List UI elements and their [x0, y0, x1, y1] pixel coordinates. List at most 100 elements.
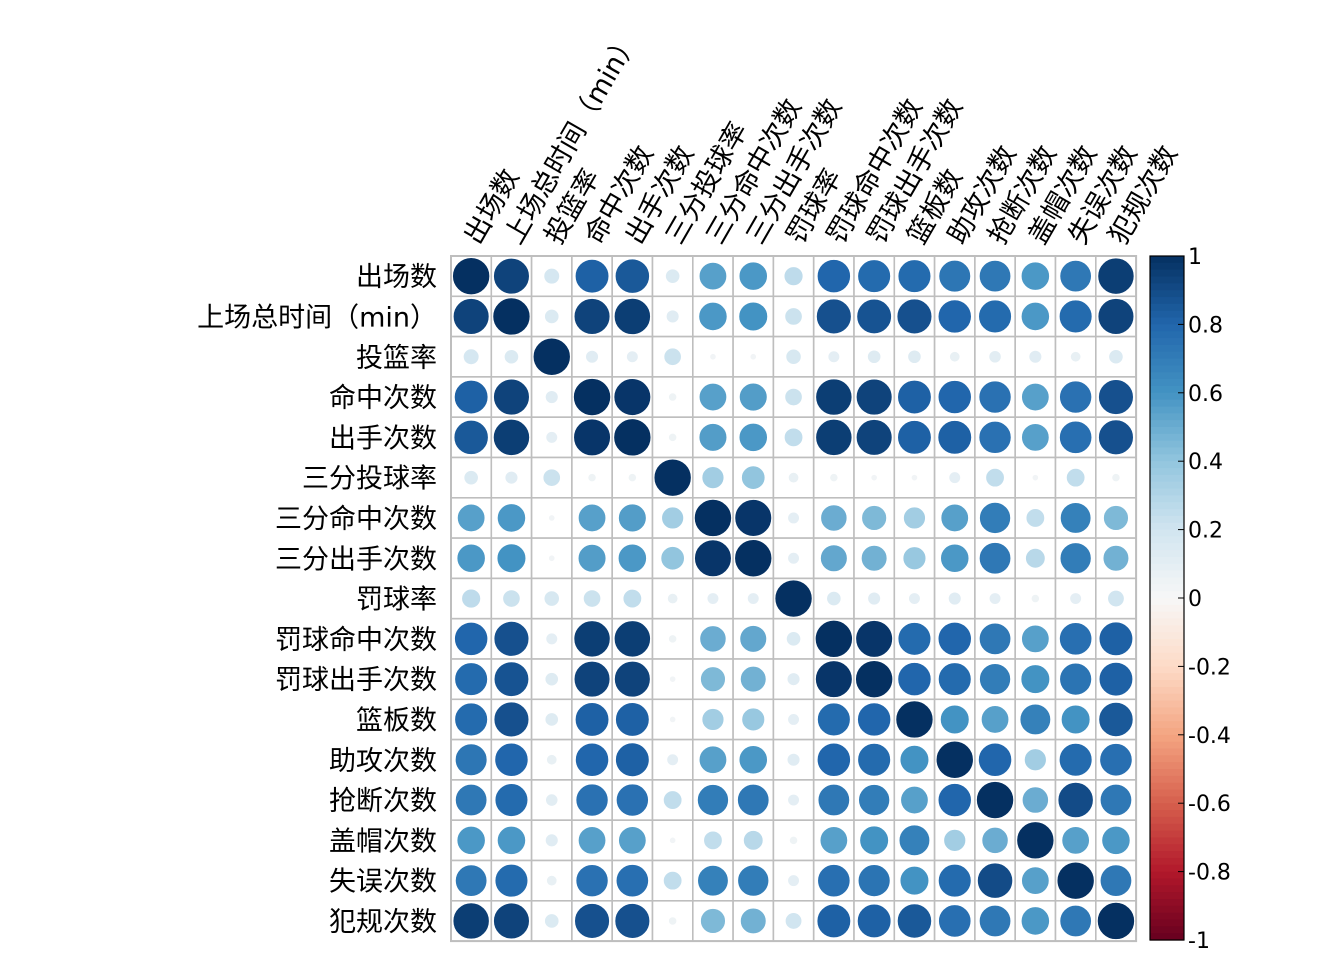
correlation-circle — [622, 588, 643, 609]
circle-marks — [452, 257, 1135, 940]
correlation-circle — [700, 908, 726, 934]
colorbar-segment — [1150, 331, 1184, 339]
correlation-circle — [937, 662, 972, 696]
correlation-circle — [1097, 257, 1135, 295]
colorbar-segment — [1150, 830, 1184, 838]
colorbar-segment — [1150, 837, 1184, 845]
colorbar-segment — [1150, 727, 1184, 736]
correlation-circle — [1020, 906, 1050, 936]
correlation-circle — [787, 793, 800, 807]
correlation-circle — [694, 539, 732, 578]
correlation-circle — [786, 672, 801, 686]
correlation-circle — [1059, 622, 1093, 656]
correlation-circle — [668, 432, 678, 442]
correlation-circle — [978, 742, 1013, 777]
correlation-circle — [829, 473, 839, 483]
colorbar-segment — [1150, 707, 1184, 715]
correlation-circle — [1059, 542, 1092, 575]
correlation-circle — [1101, 825, 1131, 855]
correlation-circle — [817, 702, 851, 737]
colorbar-segment — [1150, 550, 1184, 558]
row-label: 助攻次数 — [329, 746, 437, 777]
colorbar-segment — [1150, 577, 1184, 585]
correlation-circle — [784, 387, 803, 407]
colorbar-segment — [1150, 447, 1184, 455]
correlation-circle — [1021, 624, 1050, 654]
correlation-circle — [699, 625, 727, 653]
correlation-circle — [693, 498, 732, 537]
colorbar-segment — [1150, 269, 1184, 278]
colorbar-segment — [1150, 611, 1184, 620]
colorbar-segment — [1150, 399, 1184, 408]
colorbar-segment — [1150, 543, 1184, 551]
correlation-circle — [1031, 474, 1039, 482]
colorbar-segment — [1150, 905, 1184, 914]
correlation-circle — [701, 466, 725, 490]
correlation-circle — [698, 382, 728, 412]
correlation-circle — [653, 458, 692, 497]
correlation-circle — [577, 826, 607, 855]
colorbar-segment — [1150, 372, 1184, 380]
correlation-circle — [870, 474, 878, 482]
colorbar-tick-label: 0.6 — [1188, 382, 1223, 407]
correlation-circle — [816, 298, 852, 335]
correlation-circle — [1059, 380, 1093, 414]
correlation-circle — [1097, 298, 1135, 335]
colorbar-segment — [1150, 317, 1184, 325]
correlation-circle — [452, 257, 491, 296]
correlation-circle — [788, 835, 799, 845]
colorbar-segment — [1150, 857, 1184, 866]
correlation-circle — [738, 301, 769, 332]
correlation-circle — [897, 662, 932, 697]
colorbar-segment — [1150, 283, 1184, 291]
colorbar-tick-label: -0.4 — [1188, 724, 1231, 749]
colorbar-segment — [1150, 782, 1184, 791]
correlation-circle — [903, 506, 926, 530]
correlation-circle — [938, 259, 972, 293]
correlation-circle — [613, 620, 651, 658]
colorbar-segment — [1150, 796, 1184, 804]
row-label: 三分命中次数 — [275, 504, 437, 535]
colorbar-tick-label: 0.8 — [1188, 313, 1223, 338]
correlation-circle — [855, 378, 893, 416]
correlation-circle — [668, 392, 678, 402]
correlation-circle — [977, 862, 1014, 899]
colorbar-segment — [1150, 693, 1184, 702]
colorbar-tick-label: -0.2 — [1188, 655, 1231, 680]
colorbar-segment — [1150, 892, 1184, 900]
correlation-circle — [857, 864, 891, 898]
correlation-circle — [949, 351, 961, 363]
colorbar-tick-label: 0 — [1188, 587, 1202, 612]
correlation-circle — [669, 675, 677, 683]
correlation-circle — [978, 420, 1012, 454]
correlation-circle — [1059, 420, 1093, 454]
correlation-circle — [452, 902, 490, 940]
correlation-circle — [897, 379, 932, 415]
correlation-circle — [617, 543, 647, 573]
row-label: 三分投球率 — [302, 464, 437, 495]
correlation-circle — [585, 349, 599, 364]
colorbar-segment — [1150, 515, 1184, 524]
correlation-circle — [1059, 502, 1092, 534]
correlation-circle — [910, 474, 919, 482]
correlation-circle — [542, 468, 561, 487]
colorbar-segment — [1150, 604, 1184, 613]
colorbar-tick-label: 0.2 — [1188, 519, 1223, 544]
colorbar-tick-label: -0.6 — [1188, 792, 1231, 817]
correlation-circle — [577, 503, 607, 533]
correlation-circle — [1028, 349, 1043, 364]
colorbar-segment — [1150, 556, 1184, 565]
correlation-circle — [898, 824, 931, 857]
colorbar-segment — [1150, 926, 1184, 934]
correlation-circle — [663, 347, 682, 366]
correlation-circle — [1099, 783, 1133, 817]
correlation-circle — [660, 546, 685, 571]
correlation-circle — [1098, 701, 1134, 737]
correlation-circle — [613, 297, 651, 335]
correlation-circle — [454, 743, 488, 777]
correlation-circle — [548, 514, 556, 522]
correlation-circle — [935, 740, 974, 779]
correlation-chart: 出场数上场总时间（min） 投篮率命中次数出手次数三分投球率三分命中次数三分出手次… — [197, 26, 1231, 954]
colorbar-segment — [1150, 871, 1184, 880]
correlation-circle — [544, 308, 560, 325]
